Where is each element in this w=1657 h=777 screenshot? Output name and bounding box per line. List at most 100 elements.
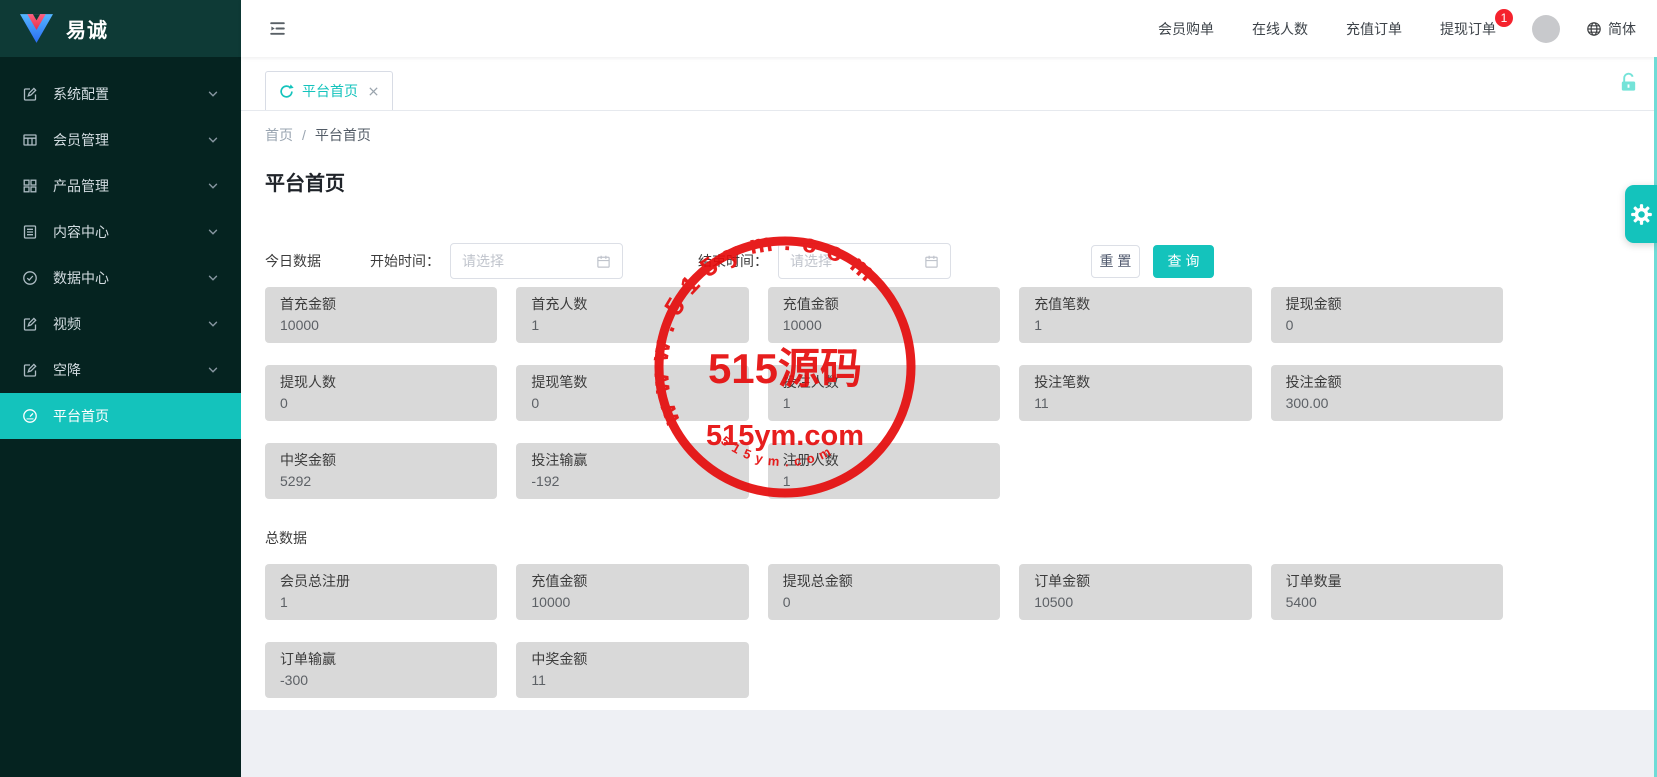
settings-fab[interactable] — [1625, 185, 1657, 243]
chevron-down-icon — [207, 88, 219, 100]
stat-card: 中奖金额 5292 — [265, 443, 498, 499]
main-column: 会员购单 在线人数 充值订单 提现订单 1 简体 平台首页 首页 / 平台首页 平台首页 — [241, 0, 1657, 777]
end-date-input[interactable] — [790, 253, 916, 269]
stat-card: 会员总注册 1 — [265, 564, 498, 620]
chevron-down-icon — [207, 364, 219, 376]
breadcrumb-home[interactable]: 首页 — [265, 127, 293, 143]
refresh-icon[interactable] — [279, 83, 294, 99]
document-icon — [22, 224, 39, 240]
filter-row: 今日数据 开始时间： 结束时间： 重 置 查 询 — [265, 243, 1633, 279]
check-circle-icon — [22, 270, 39, 286]
stat-value: 5400 — [1285, 594, 1317, 610]
chevron-down-icon — [207, 226, 219, 238]
start-date-input[interactable] — [462, 253, 588, 269]
stat-value: 10000 — [280, 317, 319, 333]
topbar-link-online-users[interactable]: 在线人数 — [1252, 19, 1308, 39]
sidebar-item-data-center[interactable]: 数据中心 — [0, 255, 241, 301]
stat-value: 0 — [531, 395, 540, 411]
sidebar-item-product-management[interactable]: 产品管理 — [0, 163, 241, 209]
stat-label: 投注笔数 — [1034, 374, 1091, 390]
lock-open-icon[interactable] — [1618, 72, 1639, 93]
start-date-picker[interactable] — [450, 243, 623, 279]
topbar-link-withdraw-orders[interactable]: 提现订单 1 — [1440, 8, 1513, 39]
topbar-link-member-orders[interactable]: 会员购单 — [1158, 19, 1214, 39]
stat-label: 充值笔数 — [1034, 296, 1091, 312]
topbar-links: 会员购单 在线人数 充值订单 提现订单 1 — [1158, 8, 1513, 39]
stat-label: 提现金额 — [1285, 296, 1342, 312]
topbar-link-recharge-orders[interactable]: 充值订单 — [1346, 19, 1402, 39]
stat-card: 订单数量 5400 — [1270, 564, 1503, 620]
content-panel: 首页 / 平台首页 平台首页 今日数据 开始时间： 结束时间： 重 置 查 询 首充… — [241, 111, 1657, 710]
stat-value: 11 — [1034, 395, 1049, 411]
sidebar-item-label: 数据中心 — [53, 270, 109, 286]
sidebar-item-label: 空降 — [53, 362, 81, 378]
stat-label: 订单输赢 — [280, 651, 336, 667]
dashboard-icon — [22, 408, 39, 424]
topbar: 会员购单 在线人数 充值订单 提现订单 1 简体 — [241, 0, 1657, 57]
sidebar-item-system-config[interactable]: 系统配置 — [0, 71, 241, 117]
breadcrumb-separator: / — [302, 127, 306, 143]
today-stats-grid: 首充金额 10000 首充人数 1 充值金额 10000 充值笔数 1 提现金额 0 提现人数 0 提现… — [265, 287, 1503, 499]
sidebar-item-member-management[interactable]: 会员管理 — [0, 117, 241, 163]
stat-card: 订单输赢 -300 — [265, 642, 498, 698]
sidebar-item-video[interactable]: 视频 — [0, 301, 241, 347]
breadcrumb: 首页 / 平台首页 — [265, 111, 1633, 145]
stat-value: 1 — [531, 317, 540, 333]
avatar[interactable] — [1532, 14, 1560, 43]
calendar-icon — [596, 254, 611, 269]
sidebar-item-label: 会员管理 — [53, 132, 109, 148]
stat-label: 提现总金额 — [782, 573, 853, 589]
stat-card: 投注金额 300.00 — [1270, 365, 1503, 421]
menu-fold-icon[interactable] — [268, 19, 287, 38]
stat-card: 提现人数 0 — [265, 365, 498, 421]
topbar-link-label: 提现订单 — [1440, 20, 1496, 37]
stat-value: 1 — [280, 594, 288, 610]
sidebar-item-airdrop[interactable]: 空降 — [0, 347, 241, 393]
language-switcher[interactable]: 简体 — [1586, 19, 1636, 39]
page-title: 平台首页 — [265, 173, 345, 195]
stat-card: 中奖金额 11 — [516, 642, 749, 698]
sidebar: 易诚 系统配置会员管理产品管理内容中心数据中心视频空降平台首页 — [0, 0, 241, 777]
total-data-label: 总数据 — [265, 530, 307, 546]
stat-value: 0 — [280, 395, 288, 411]
stat-card: 投注人数 1 — [767, 365, 1001, 421]
reset-button[interactable]: 重 置 — [1091, 244, 1140, 278]
topbar-link-label: 充值订单 — [1346, 20, 1402, 37]
stat-label: 首充人数 — [531, 296, 588, 312]
stat-label: 订单数量 — [1285, 573, 1342, 589]
end-date-picker[interactable] — [778, 243, 951, 279]
query-button[interactable]: 查 询 — [1153, 244, 1214, 278]
stat-label: 中奖金额 — [531, 651, 588, 667]
brand-logo-icon — [20, 14, 53, 43]
sidebar-menu: 系统配置会员管理产品管理内容中心数据中心视频空降平台首页 — [0, 57, 241, 439]
sidebar-item-platform-home[interactable]: 平台首页 — [0, 393, 241, 439]
app-root: 易诚 系统配置 会员管理 产品管理 内容中心 数据中心 视频 空降 平台首页 会员购单 在线人数… — [0, 0, 1657, 777]
edit-square-icon — [22, 86, 39, 102]
stat-card: 提现金额 0 — [1270, 287, 1503, 343]
stat-value: 5292 — [280, 473, 312, 489]
logo-bar: 易诚 — [0, 0, 241, 57]
stat-label: 投注人数 — [782, 374, 839, 390]
today-data-label: 今日数据 — [265, 253, 321, 269]
edit-square-icon — [22, 362, 39, 378]
start-time-label: 开始时间： — [370, 253, 440, 269]
stat-card: 提现总金额 0 — [767, 564, 1001, 620]
stat-value: 10000 — [531, 594, 571, 610]
stat-label: 首充金额 — [280, 296, 336, 312]
stat-label: 提现笔数 — [531, 374, 588, 390]
stat-value: -300 — [280, 672, 309, 688]
stat-card: 投注笔数 11 — [1019, 365, 1252, 421]
stat-label: 注册人数 — [782, 452, 839, 468]
breadcrumb-current: 平台首页 — [314, 127, 371, 143]
close-icon[interactable] — [368, 86, 379, 97]
sidebar-item-label: 系统配置 — [53, 86, 109, 102]
sidebar-item-label: 内容中心 — [53, 224, 109, 240]
stat-label: 提现人数 — [280, 374, 336, 390]
stat-label: 订单金额 — [1034, 573, 1091, 589]
stat-card: 充值笔数 1 — [1019, 287, 1252, 343]
chevron-down-icon — [207, 134, 219, 146]
sidebar-item-content-center[interactable]: 内容中心 — [0, 209, 241, 255]
topbar-link-label: 在线人数 — [1252, 20, 1308, 37]
tab-platform-home[interactable]: 平台首页 — [265, 71, 393, 110]
chevron-down-icon — [207, 272, 219, 284]
